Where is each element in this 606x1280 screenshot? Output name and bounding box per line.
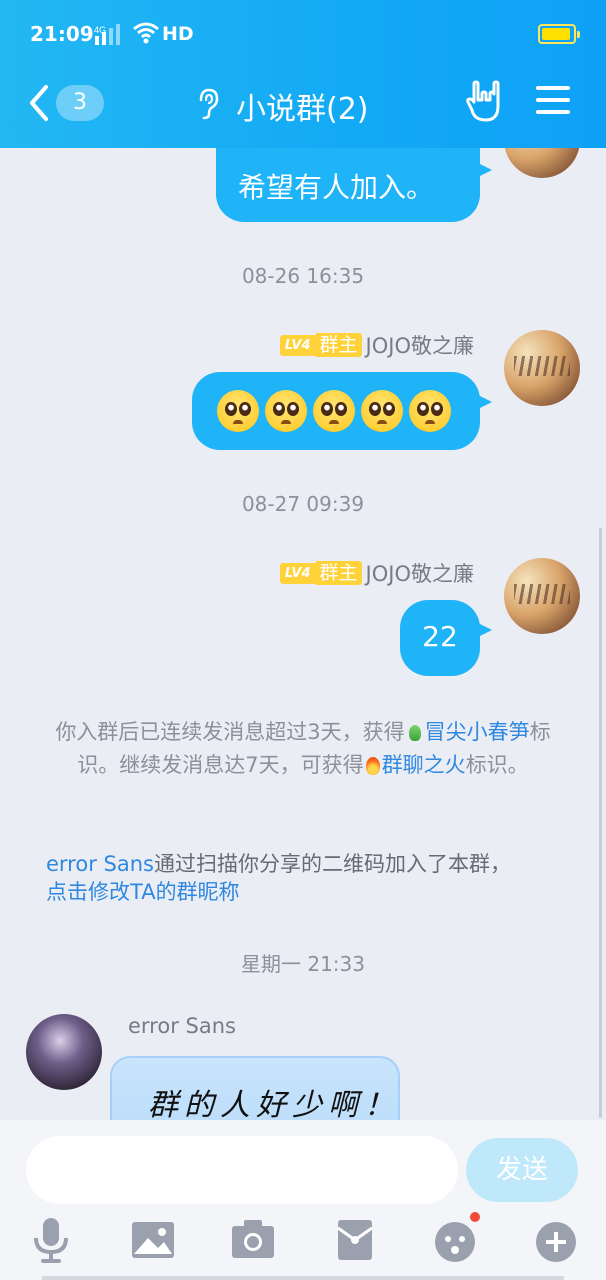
chevron-left-icon — [30, 85, 48, 121]
sender-name[interactable]: JOJO敬之廉 — [366, 558, 474, 588]
handwriting-text: 群的人好少啊！ — [148, 1088, 400, 1120]
plus-icon[interactable] — [532, 1214, 582, 1266]
message-bubble[interactable] — [192, 372, 492, 450]
image-icon[interactable] — [128, 1214, 178, 1266]
red-packet-icon[interactable] — [330, 1214, 380, 1266]
send-button[interactable]: 发送 — [466, 1138, 578, 1202]
camera-icon[interactable] — [228, 1214, 278, 1266]
emoji-row — [214, 390, 454, 432]
chat-title: 小说群(2) — [236, 92, 369, 127]
join-notice: error Sans通过扫描你分享的二维码加入了本群， 点击修改TA的群昵称 — [46, 852, 511, 904]
avatar[interactable] — [504, 148, 580, 178]
sender-name[interactable]: error Sans — [128, 1014, 236, 1038]
message-bubble[interactable]: 群的人好少啊！ — [110, 1056, 400, 1120]
message-bubble[interactable]: 希望有人加入。 — [216, 148, 492, 222]
fire-icon — [365, 757, 380, 775]
message-text: 希望有人加入。 — [238, 171, 435, 204]
sprout-icon — [408, 725, 421, 741]
back-button[interactable]: 3 — [28, 82, 108, 122]
sender-line: LV4 群主 JOJO敬之廉 — [279, 330, 474, 360]
divider — [42, 1276, 564, 1280]
toolbar — [0, 1208, 606, 1276]
unread-count-badge: 3 — [56, 85, 104, 121]
battery-icon — [538, 24, 580, 44]
wifi-icon — [132, 22, 160, 49]
avatar[interactable] — [504, 330, 580, 406]
timestamp: 星期一 21:33 — [241, 952, 365, 976]
notification-dot — [470, 1212, 480, 1222]
message-list[interactable]: 希望有人加入。 08-26 16:35 LV4 群主 JOJO敬之廉 08-27 0… — [0, 148, 606, 1120]
avatar[interactable] — [26, 1014, 102, 1090]
chat-header: 21:09 4G HD 3 小说群(2) — [0, 0, 606, 148]
status-bar: 21:09 4G HD — [30, 20, 580, 51]
rock-hand-button[interactable] — [466, 80, 506, 128]
joined-user-link[interactable]: error Sans — [46, 852, 154, 876]
cellular-signal-icon: 4G — [94, 24, 130, 51]
status-time: 21:09 — [30, 22, 94, 46]
crying-pleading-emoji-icon — [265, 390, 307, 432]
microphone-icon[interactable] — [26, 1214, 76, 1266]
scrollbar[interactable] — [599, 528, 602, 1118]
rock-hand-icon — [466, 80, 500, 122]
crying-pleading-emoji-icon — [409, 390, 451, 432]
ear-icon — [199, 88, 219, 120]
level-badge: LV4 — [279, 334, 316, 356]
edit-nickname-link[interactable]: 点击修改TA的群昵称 — [46, 880, 240, 904]
emoji-icon[interactable] — [430, 1212, 480, 1266]
timestamp: 08-26 16:35 — [241, 264, 365, 288]
hd-indicator: HD — [162, 23, 194, 45]
timestamp: 08-27 09:39 — [241, 492, 365, 516]
message-bubble[interactable]: 22 — [400, 600, 492, 676]
level-badge: LV4 — [279, 562, 316, 584]
role-badge: 群主 — [315, 561, 362, 585]
composer: 发送 — [0, 1120, 606, 1280]
nav-bar: 3 小说群(2) — [0, 78, 606, 128]
role-badge: 群主 — [315, 333, 362, 357]
badge-link-sprout[interactable]: 冒尖小春笋 — [425, 720, 530, 744]
message-input[interactable] — [26, 1136, 458, 1204]
sender-line: LV4 群主 JOJO敬之廉 — [279, 558, 474, 588]
sender-name[interactable]: JOJO敬之廉 — [366, 330, 474, 360]
badge-link-fire[interactable]: 群聊之火 — [382, 753, 466, 777]
system-notice: 你入群后已连续发消息超过3天，获得 冒尖小春笋标识。继续发消息达7天，可获得 群聊之… — [55, 720, 551, 777]
crying-pleading-emoji-icon — [217, 390, 259, 432]
crying-pleading-emoji-icon — [313, 390, 355, 432]
crying-pleading-emoji-icon — [361, 390, 403, 432]
avatar[interactable] — [504, 558, 580, 634]
message-text: 22 — [422, 620, 458, 653]
menu-button[interactable] — [536, 84, 570, 116]
